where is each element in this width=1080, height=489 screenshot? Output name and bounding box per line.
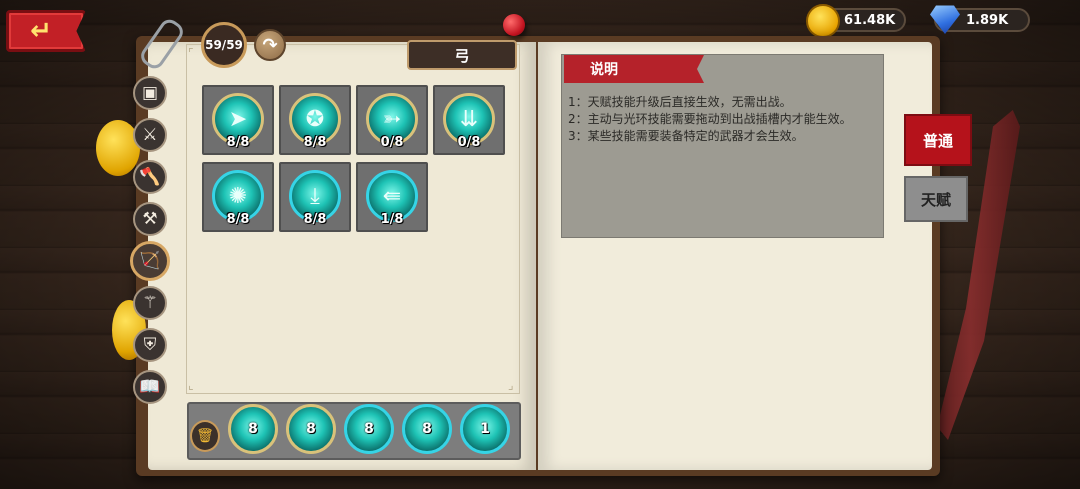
- chest-icon: ▣: [141, 83, 159, 103]
- skill-slot-wolf[interactable]: ✪ 8/8: [279, 85, 351, 155]
- tab-talent[interactable]: 天赋: [904, 176, 968, 222]
- pushpin-icon: [503, 14, 525, 36]
- gold-value: 61.48K: [844, 12, 896, 28]
- equipped-slot-poison-arrow[interactable]: 8: [344, 404, 394, 454]
- bow-icon: 🏹: [139, 251, 161, 271]
- tab-staff[interactable]: ⚚: [133, 286, 167, 320]
- axe-icon: 🪓: [139, 167, 161, 187]
- corner-ornament: ⌟: [508, 378, 514, 392]
- trash-icon: 🗑: [196, 428, 214, 444]
- skill-level: 8/8: [303, 212, 327, 227]
- description-text: 1：天赋技能升级后直接生效，无需出战。 2：主动与光环技能需要拖动到出战插槽内才…: [568, 94, 880, 145]
- skill-slot-boot-speed[interactable]: ➤ 8/8: [202, 85, 274, 155]
- curved-arrow-right-icon: ↷: [262, 34, 278, 56]
- diamond-icon: [930, 5, 960, 34]
- equipped-slot-boot-speed[interactable]: 8: [228, 404, 278, 454]
- gem-value: 1.89K: [966, 12, 1009, 28]
- tab-sword[interactable]: ⚔: [133, 118, 167, 152]
- hammer-icon: ⚒: [142, 209, 158, 229]
- description-line: 2：主动与光环技能需要拖动到出战插槽内才能生效。: [568, 112, 852, 126]
- weapon-type-title: 弓: [407, 40, 517, 70]
- corner-ornament: ⌞: [188, 378, 194, 392]
- skill-page-count: 59/59: [201, 22, 247, 68]
- tab-hammer[interactable]: ⚒: [133, 202, 167, 236]
- skill-slot-piercing-arrow[interactable]: ➳ 0/8: [356, 85, 428, 155]
- shield-icon: ⛨: [143, 335, 157, 355]
- skill-slot-poison-arrow[interactable]: ⤓ 8/8: [279, 162, 351, 232]
- description-line: 1：天赋技能升级后直接生效，无需出战。: [568, 95, 792, 109]
- tab-bow[interactable]: 🏹: [130, 241, 170, 281]
- skill-level: 0/8: [457, 135, 481, 150]
- skill-level: 1/8: [380, 212, 404, 227]
- sword-icon: ⚔: [142, 125, 158, 145]
- tab-chest[interactable]: ▣: [133, 76, 167, 110]
- description-line: 3：某些技能需要装备特定的武器才会生效。: [568, 129, 804, 143]
- description-title: 说明: [564, 55, 704, 83]
- tab-shield[interactable]: ⛨: [133, 328, 167, 362]
- gold-counter: 61.48K: [806, 4, 906, 38]
- skill-slot-arrow-rain[interactable]: ⇊ 0/8: [433, 85, 505, 155]
- tab-axe[interactable]: 🪓: [133, 160, 167, 194]
- equipped-slot-multi-arrow[interactable]: 1: [460, 404, 510, 454]
- skill-slot-multi-arrow[interactable]: ⇚ 1/8: [356, 162, 428, 232]
- skill-level: 8/8: [226, 212, 250, 227]
- corner-ornament: ⌜: [188, 46, 194, 60]
- equipped-slot-arrow-burst[interactable]: 8: [402, 404, 452, 454]
- gem-counter: 1.89K: [930, 5, 1030, 34]
- trash-button[interactable]: 🗑: [190, 420, 220, 452]
- skill-level: 0/8: [380, 135, 404, 150]
- skill-slot-arrow-burst[interactable]: ✺ 8/8: [202, 162, 274, 232]
- next-page-button[interactable]: ↷: [254, 29, 286, 61]
- staff-icon: ⚚: [142, 293, 158, 313]
- coin-icon: [806, 4, 840, 38]
- skill-level: 8/8: [303, 135, 327, 150]
- tab-normal[interactable]: 普通: [904, 114, 972, 166]
- back-button[interactable]: ↵: [6, 10, 86, 52]
- tab-book[interactable]: 📖: [133, 370, 167, 404]
- skill-level: 8/8: [226, 135, 250, 150]
- book-icon: 📖: [139, 377, 161, 397]
- equipped-slot-wolf[interactable]: 8: [286, 404, 336, 454]
- back-arrow-icon: ↵: [30, 16, 52, 46]
